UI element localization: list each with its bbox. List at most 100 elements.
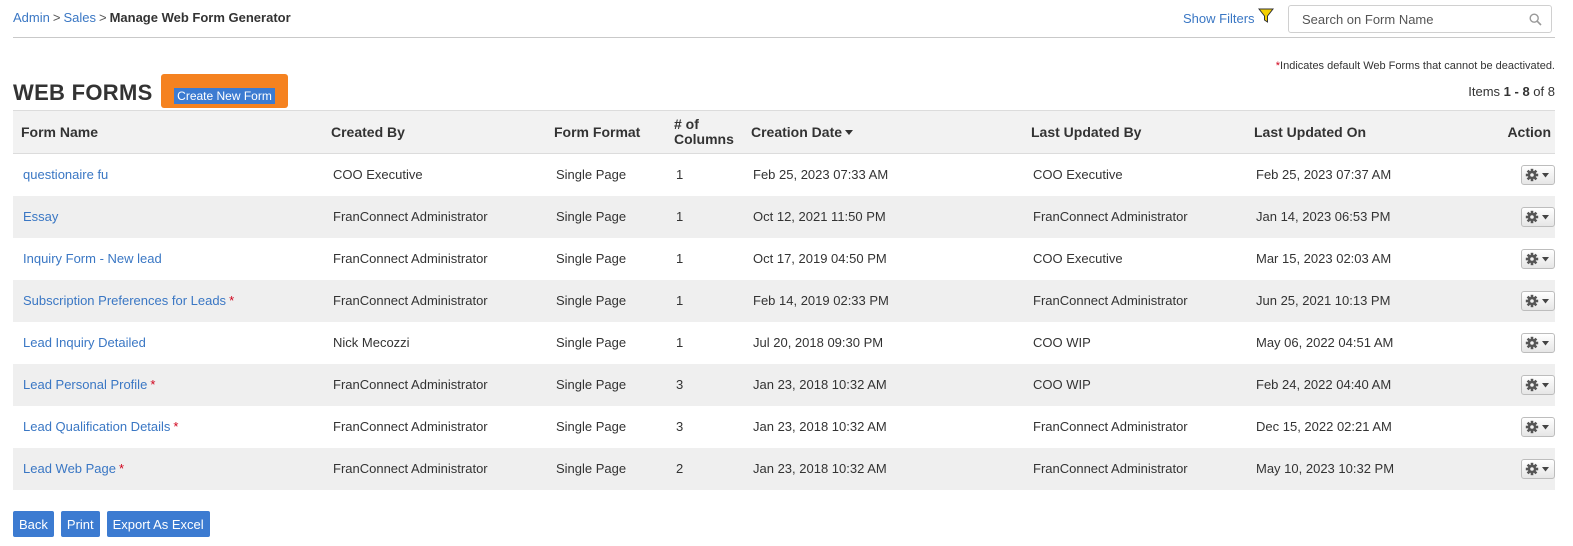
col-form-format[interactable]: Form Format (546, 110, 666, 154)
num-columns-cell: 1 (666, 279, 743, 322)
last-updated-on-cell: Jan 14, 2023 06:53 PM (1246, 195, 1454, 238)
creation-date-cell: Jan 23, 2018 10:32 AM (753, 419, 887, 434)
table-body: questionaire fu COO Executive Single Page 1… (13, 154, 1555, 490)
col-num-columns[interactable]: # of Columns (666, 110, 743, 154)
table-row: Subscription Preferences for Leads * FranC… (13, 279, 1555, 322)
export-excel-button[interactable]: Export As Excel (106, 511, 210, 537)
creation-date-cell: Feb 25, 2023 07:33 AM (753, 167, 889, 183)
page-title: WEB FORMS (13, 80, 153, 105)
creation-date-cell: Jan 23, 2018 10:32 AM (743, 363, 1023, 406)
col-last-updated-on[interactable]: Last Updated On (1246, 110, 1454, 154)
num-columns-cell: 2 (666, 447, 743, 490)
form-name-link[interactable]: Lead Web Page (23, 461, 116, 476)
note-text: Indicates default Web Forms that cannot … (1280, 60, 1555, 72)
search-box (1288, 5, 1552, 33)
form-name-cell: questionaire fu (13, 154, 323, 196)
form-name-cell: Lead Qualification Details * (13, 406, 323, 448)
create-new-form-label: Create New Form (174, 87, 275, 104)
creation-date-cell: Feb 14, 2019 02:33 PM (743, 279, 1023, 322)
default-forms-note: *Indicates default Web Forms that cannot… (1276, 60, 1555, 72)
table-row: Lead Inquiry Detailed Nick Mecozzi Single … (13, 322, 1555, 364)
num-columns-cell: 3 (666, 363, 743, 406)
create-new-form-button[interactable]: Create New Form (161, 74, 288, 108)
form-name-link[interactable]: Lead Personal Profile (23, 377, 147, 392)
print-button[interactable]: Print (60, 511, 100, 537)
items-count: Items 1 - 8 of 8 (1468, 84, 1555, 99)
form-format-cell: Single Page (546, 195, 666, 238)
last-updated-by-cell: COO WIP (1023, 363, 1246, 406)
breadcrumb-separator: > (52, 10, 61, 25)
top-bar: Admin > Sales > Manage Web Form Generator Sh… (13, 0, 1555, 38)
breadcrumb-sales[interactable]: Sales (63, 10, 96, 25)
filter-icon[interactable] (1257, 8, 1275, 24)
last-updated-on-cell: Jun 25, 2021 10:13 PM (1246, 279, 1454, 322)
form-name-cell: Lead Personal Profile * (13, 363, 323, 406)
created-by-cell: FranConnect Administrator (323, 447, 546, 490)
form-format-cell: Single Page (556, 335, 627, 350)
breadcrumb: Admin > Sales > Manage Web Form Generator (13, 10, 291, 25)
form-format-cell: Single Page (546, 279, 666, 322)
created-by-cell: COO Executive (333, 167, 423, 183)
col-action: Action (1454, 110, 1555, 154)
action-menu-button[interactable] (1521, 416, 1555, 437)
last-updated-by-cell: FranConnect Administrator (1023, 195, 1246, 238)
table-row: Lead Personal Profile * FranConnect Admini… (13, 363, 1555, 406)
search-icon[interactable] (1529, 13, 1542, 26)
action-cell (1454, 279, 1555, 322)
default-form-marker: * (229, 293, 235, 308)
created-by-cell: FranConnect Administrator (333, 419, 488, 434)
created-by-cell: FranConnect Administrator (323, 279, 546, 322)
table-header-row: Form Name Created By Form Format # of Col… (13, 110, 1555, 154)
show-filters-link[interactable]: Show Filters (1183, 11, 1255, 26)
creation-date-cell: Jan 23, 2018 10:32 AM (743, 447, 1023, 490)
table-row: Lead Web Page * FranConnect Administrator S… (13, 447, 1555, 490)
action-menu-button[interactable] (1521, 248, 1555, 269)
form-name-link[interactable]: Inquiry Form - New lead (23, 251, 162, 266)
action-menu-button[interactable] (1521, 164, 1555, 185)
action-menu-button[interactable] (1521, 206, 1555, 227)
col-created-by[interactable]: Created By (323, 110, 546, 154)
items-range: 1 - 8 (1503, 84, 1530, 99)
table-row: Inquiry Form - New lead FranConnect Admin… (13, 238, 1555, 280)
num-columns-cell: 1 (676, 335, 684, 350)
breadcrumb-separator: > (98, 10, 107, 25)
num-columns-cell: 1 (666, 195, 743, 238)
last-updated-on-cell: Mar 15, 2023 02:03 AM (1256, 251, 1392, 266)
last-updated-by-cell: FranConnect Administrator (1023, 279, 1246, 322)
action-menu-button[interactable] (1521, 332, 1555, 353)
form-name-link[interactable]: Essay (23, 209, 58, 224)
created-by-cell: FranConnect Administrator (323, 195, 546, 238)
action-menu-button[interactable] (1521, 458, 1555, 479)
items-total: 8 (1547, 84, 1555, 99)
last-updated-on-cell: Feb 24, 2022 04:40 AM (1246, 363, 1454, 406)
search-input[interactable] (1289, 6, 1509, 32)
creation-date-cell: Jul 20, 2018 09:30 PM (753, 335, 884, 350)
created-by-cell: FranConnect Administrator (323, 363, 546, 406)
form-name-cell: Subscription Preferences for Leads * (13, 279, 323, 322)
web-forms-table: Form Name Created By Form Format # of Col… (13, 110, 1555, 490)
last-updated-on-cell: Dec 15, 2022 02:21 AM (1256, 419, 1392, 434)
form-name-link[interactable]: Lead Inquiry Detailed (23, 335, 146, 350)
items-prefix: Items (1468, 84, 1501, 99)
action-cell (1454, 238, 1555, 280)
table-row: questionaire fu COO Executive Single Page 1… (13, 154, 1555, 196)
action-cell (1454, 154, 1555, 196)
action-menu-button[interactable] (1521, 290, 1555, 311)
form-name-link[interactable]: Lead Qualification Details (23, 419, 170, 434)
default-form-marker: * (173, 419, 179, 434)
action-cell (1454, 363, 1555, 406)
col-form-name[interactable]: Form Name (13, 110, 323, 154)
default-form-marker: * (119, 461, 125, 476)
action-menu-button[interactable] (1521, 374, 1555, 395)
col-creation-date[interactable]: Creation Date (743, 110, 1023, 154)
col-last-updated-by[interactable]: Last Updated By (1023, 110, 1246, 154)
last-updated-on-cell: Feb 25, 2023 07:37 AM (1256, 167, 1392, 183)
col-num-columns-line1: # of (674, 116, 699, 132)
form-format-cell: Single Page (546, 363, 666, 406)
breadcrumb-admin[interactable]: Admin (13, 10, 50, 25)
form-name-link[interactable]: Subscription Preferences for Leads (23, 293, 226, 308)
form-name-link[interactable]: questionaire fu (23, 167, 108, 182)
creation-date-cell: Oct 17, 2019 04:50 PM (753, 251, 887, 266)
back-button[interactable]: Back (13, 511, 54, 537)
num-columns-cell: 1 (676, 167, 684, 183)
